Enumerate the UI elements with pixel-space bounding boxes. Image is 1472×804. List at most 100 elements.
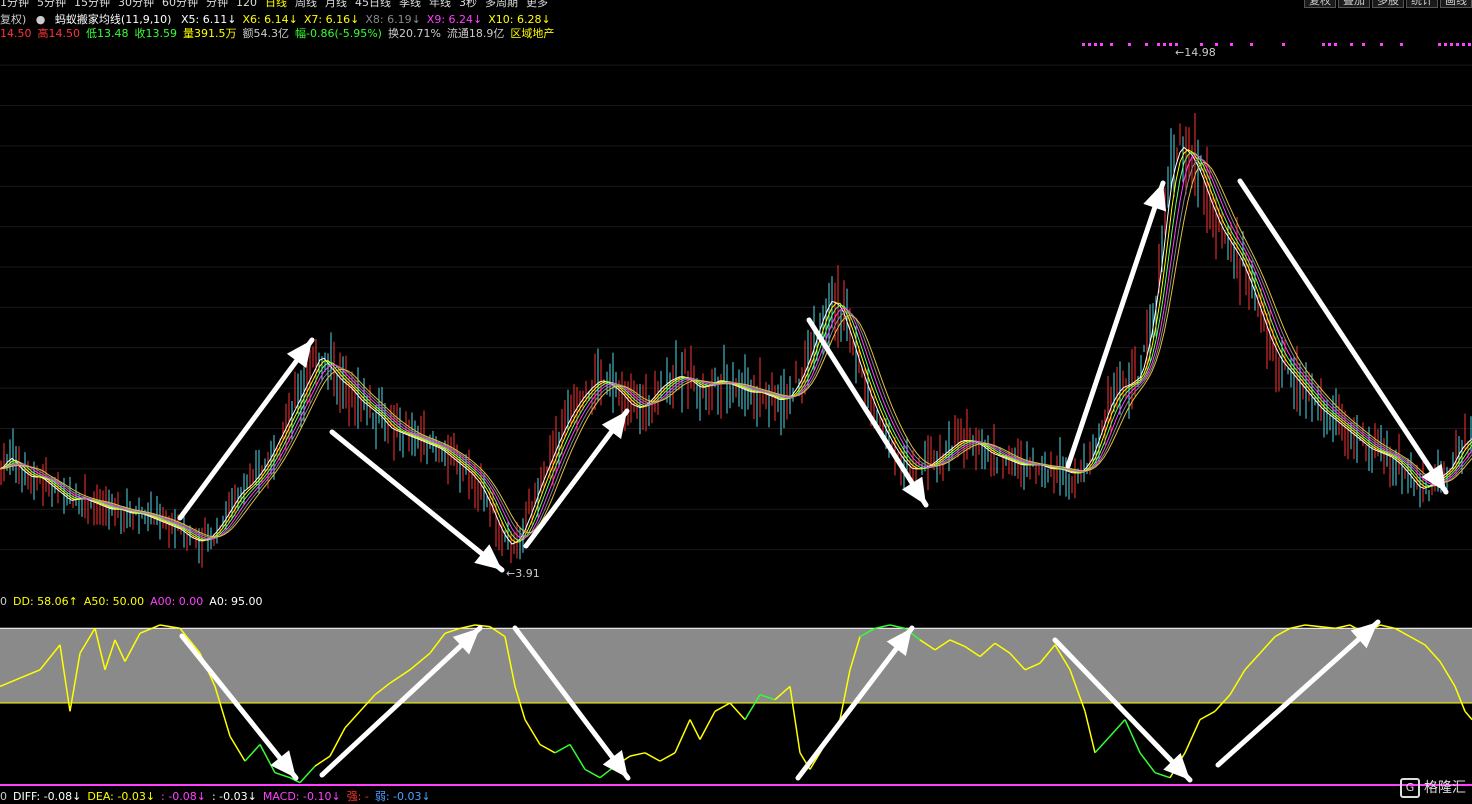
purple-dot [1322, 43, 1325, 46]
macd-value: 强: - [346, 790, 369, 803]
period-tab[interactable]: 1分钟 [0, 0, 29, 9]
period-tab[interactable]: 15分钟 [74, 0, 110, 9]
ma-lines [0, 146, 1472, 545]
purple-dot [1462, 43, 1465, 46]
high-price-label: ←14.98 [1175, 46, 1216, 59]
period-nav: 1分钟 5分钟 15分钟 30分钟 60分钟 分钟 120 日线 周线 月线 45日线 季线 年线 3秒多… [0, 0, 1472, 9]
price-stat: 额54.3亿 [242, 27, 290, 40]
period-tab[interactable]: 更多 [526, 0, 548, 9]
period-tab[interactable]: 月线 [325, 0, 347, 9]
ma-line [0, 146, 1472, 545]
toolbar-button[interactable]: 叠加 [1338, 0, 1370, 8]
price-info-bar: 14.50 高14.50 低13.48 收13.59 量391.5万 额54.3亿 幅-0.… [0, 25, 560, 40]
macd-value: MACD: -0.10↓ [262, 790, 341, 803]
price-extreme-labels: ←14.98 ←3.91 [506, 46, 1216, 580]
period-tab[interactable]: 45日线 [355, 0, 391, 9]
dd-value: DD: 58.06↑ [13, 595, 78, 608]
up-arrow-head [1143, 183, 1167, 212]
down-arrow-head [901, 476, 926, 505]
purple-dot [1468, 43, 1471, 46]
price-stat: 量391.5万 [183, 27, 237, 40]
dd-value: A00: 0.00 [150, 595, 204, 608]
price-stat: 收13.59 [134, 27, 178, 40]
purple-dot [1128, 43, 1131, 46]
low-price-label: ←3.91 [506, 567, 540, 580]
purple-dot [1450, 43, 1453, 46]
period-tab[interactable]: 季线 [399, 0, 421, 9]
period-tab[interactable]: 分钟 [206, 0, 228, 9]
toolbar-button[interactable]: 画线 [1440, 0, 1472, 8]
toolbar-button[interactable]: 统计 [1406, 0, 1438, 8]
watermark-logo: G 格隆汇 [1400, 777, 1466, 798]
macd-value: 弱: -0.03↓ [374, 790, 431, 803]
purple-dot [1456, 43, 1459, 46]
purple-dot [1169, 43, 1172, 46]
macd-legend-bar: 0 DIFF: -0.08↓ DEA: -0.03↓ : -0.08↓ : -0.03↓… [0, 788, 437, 803]
ma-line [0, 151, 1472, 542]
price-stat: 区域地产 [510, 27, 555, 40]
dd-value: A0: 95.00 [209, 595, 263, 608]
period-tab[interactable]: 日线 [265, 0, 287, 9]
purple-dot [1094, 43, 1097, 46]
price-stat: 高14.50 [37, 27, 81, 40]
toolbar-button[interactable]: 复权 [1304, 0, 1336, 8]
macd-value: DIFF: -0.08↓ [13, 790, 82, 803]
toolbar-button[interactable]: 多股 [1372, 0, 1404, 8]
purple-dot [1110, 43, 1113, 46]
price-stat: 换20.71% [387, 27, 441, 40]
purple-dot [1334, 43, 1337, 46]
period-tab[interactable]: 3秒 [459, 0, 477, 9]
macd-value: : -0.08↓ [161, 790, 206, 803]
purple-dot [1282, 43, 1285, 46]
dd-value: A50: 50.00 [83, 595, 145, 608]
price-stat: 低13.48 [86, 27, 129, 40]
macd-value: 0 [0, 790, 7, 803]
up-arrow [1065, 180, 1166, 469]
ma-line [0, 161, 1472, 538]
purple-dot [1328, 43, 1331, 46]
purple-dot [1250, 43, 1253, 46]
dd-value: 0 [0, 595, 7, 608]
up-arrow-head [286, 340, 312, 369]
price-bars [0, 112, 1472, 568]
purple-dot [1362, 43, 1365, 46]
period-tab[interactable]: 年线 [429, 0, 451, 9]
purple-dot [1088, 43, 1091, 46]
purple-dot [1157, 43, 1160, 46]
dd-indicator-panel [0, 614, 1472, 786]
purple-dot [1230, 43, 1233, 46]
price-grid [0, 64, 1472, 551]
period-tab[interactable]: 多周期 [485, 0, 518, 9]
purple-dot [1163, 43, 1166, 46]
dd-legend-bar: 0 DD: 58.06↑ A50: 50.00 A00: 0.00 A0: 95.00 [0, 595, 269, 609]
macd-value: DEA: -0.03↓ [87, 790, 156, 803]
period-tab[interactable]: 周线 [295, 0, 317, 9]
price-stat: 流通18.9亿 [446, 27, 505, 40]
kline-chart-svg: ←14.98 ←3.91 [0, 43, 1472, 786]
purple-dot [1082, 43, 1085, 46]
purple-dot [1438, 43, 1441, 46]
logo-icon: G [1400, 778, 1420, 798]
period-tab[interactable]: 5分钟 [37, 0, 66, 9]
price-trend-arrows [177, 178, 1449, 573]
price-stat: 幅-0.86(-5.95%) [295, 27, 382, 40]
purple-dot [1100, 43, 1103, 46]
up-arrow-head [601, 411, 627, 440]
period-tab[interactable]: 120 [236, 0, 257, 9]
purple-dot [1444, 43, 1447, 46]
logo-text: 格隆汇 [1424, 780, 1466, 796]
price-stat: 14.50 [0, 27, 32, 40]
right-toolbar: 复权 叠加 多股 统计 画线 [1302, 0, 1472, 8]
ma-legend-bar: 复权) ● 蚂蚁搬家均线(11,9,10) X5: 6.11↓ X6: 6.14↓… [0, 11, 557, 26]
purple-dot [1380, 43, 1383, 46]
purple-dot [1350, 43, 1353, 46]
purple-dot [1400, 43, 1403, 46]
ma-line [0, 154, 1472, 540]
dd-band [0, 628, 1472, 703]
macd-value: : -0.03↓ [211, 790, 257, 803]
purple-dot [1145, 43, 1148, 46]
ma-line [0, 149, 1472, 543]
period-tab[interactable]: 30分钟 [118, 0, 154, 9]
ma-line [0, 158, 1472, 539]
period-tab[interactable]: 60分钟 [162, 0, 198, 9]
